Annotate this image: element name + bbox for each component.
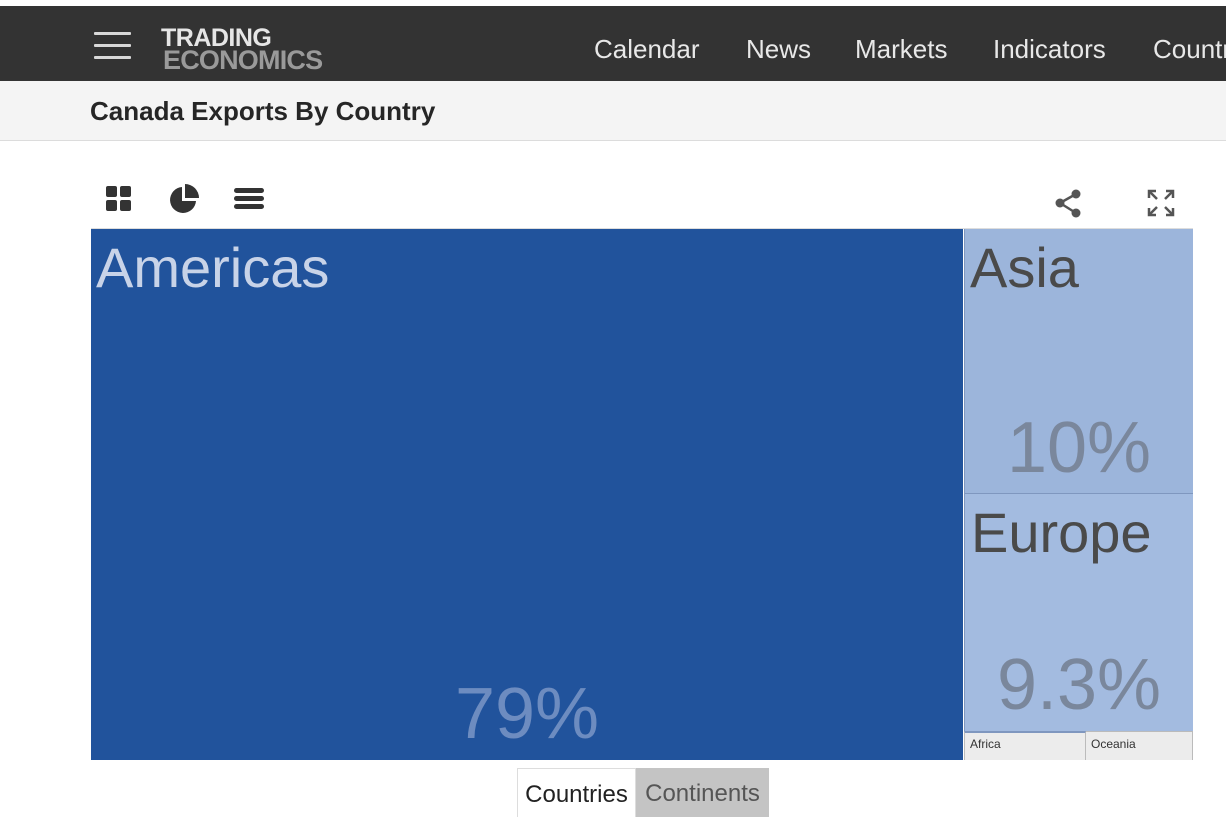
title-bar: Canada Exports By Country	[0, 81, 1226, 141]
tile-value: 9.3%	[996, 645, 1162, 725]
treemap-tile-asia[interactable]: Asia 10%	[964, 229, 1193, 494]
tile-label: Oceania	[1091, 737, 1136, 751]
grid-view-icon[interactable]	[106, 186, 132, 212]
treemap-tile-africa[interactable]: Africa	[964, 731, 1086, 760]
fullscreen-icon[interactable]	[1147, 189, 1175, 217]
list-view-icon[interactable]	[234, 187, 264, 211]
tile-label: Africa	[970, 737, 1001, 751]
treemap-tile-americas[interactable]: Americas 79%	[91, 229, 964, 760]
tile-label: Americas	[96, 236, 330, 299]
tile-value: 79%	[454, 674, 600, 754]
navbar: TRADING ECONOMICS Calendar News Markets …	[0, 6, 1226, 81]
hamburger-bar	[94, 44, 131, 47]
hamburger-menu-icon[interactable]	[94, 32, 131, 62]
share-icon[interactable]	[1054, 189, 1083, 218]
page-title: Canada Exports By Country	[90, 96, 436, 126]
tile-label: Asia	[970, 236, 1079, 299]
nav-item-countries[interactable]: Countries	[1153, 34, 1226, 64]
treemap-tile-oceania[interactable]: Oceania	[1086, 731, 1193, 760]
hamburger-bar	[94, 32, 131, 35]
treemap-chart: Americas 79% Asia 10% Europe 9.3% Africa…	[91, 229, 1193, 760]
treemap-tile-europe[interactable]: Europe 9.3%	[964, 494, 1193, 731]
page: TRADING ECONOMICS Calendar News Markets …	[0, 0, 1226, 817]
nav-item-news[interactable]: News	[746, 34, 811, 64]
logo-bottom-text: ECONOMICS	[163, 45, 323, 75]
nav-item-indicators[interactable]: Indicators	[993, 34, 1106, 64]
logo[interactable]: TRADING ECONOMICS	[161, 26, 341, 75]
nav-item-calendar[interactable]: Calendar	[594, 34, 700, 64]
nav-item-markets[interactable]: Markets	[855, 34, 947, 64]
tile-value: 10%	[1006, 408, 1152, 488]
tile-label: Europe	[971, 501, 1152, 564]
hamburger-bar	[94, 56, 131, 59]
pie-chart-icon[interactable]	[168, 184, 199, 215]
tab-continents[interactable]: Continents	[636, 768, 769, 817]
tab-countries[interactable]: Countries	[517, 768, 636, 817]
